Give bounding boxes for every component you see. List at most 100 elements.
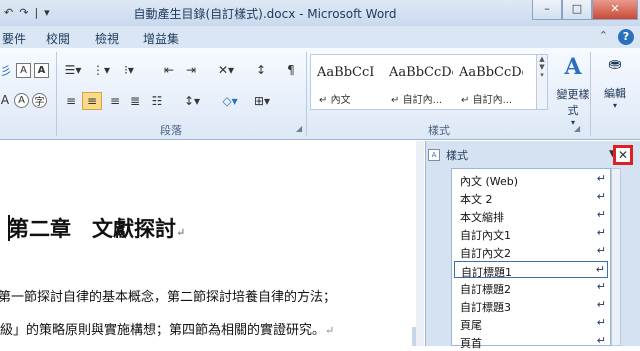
phonetic-guide-icon[interactable]: 彡 xyxy=(0,62,12,78)
styles-pane-header: A 樣式 ▼ ✕ xyxy=(426,145,640,165)
line-spacing-icon[interactable]: ↕▾ xyxy=(180,92,204,110)
close-pane-button[interactable]: ✕ xyxy=(613,145,633,165)
paragraph-mark-icon: ↵ xyxy=(176,226,186,239)
paragraph-mark-icon: ↵ xyxy=(596,244,606,257)
tab-review[interactable]: 校閱 xyxy=(46,30,70,47)
borders-icon[interactable]: ⊞▾ xyxy=(250,92,274,110)
sort-icon[interactable]: ↕ xyxy=(252,62,270,78)
align-left-icon[interactable]: ≡ xyxy=(62,92,80,110)
style-preview: AaBbCcDd xyxy=(389,65,453,80)
style-gallery-item[interactable]: AaBbCcDd ↵ 自訂內... xyxy=(385,55,453,109)
enclose-characters-icon[interactable]: A xyxy=(14,93,29,108)
body-paragraph-2[interactable]: 級」的策略原則與實施構想；第四節為相關的實證研究。↵ xyxy=(0,319,334,338)
group-separator xyxy=(306,52,307,136)
list-item[interactable]: 內文 (Web) ↵ xyxy=(454,171,608,188)
close-window-button[interactable]: ✕ xyxy=(592,0,638,20)
document-scrollbar[interactable] xyxy=(416,141,424,346)
show-formatting-icon[interactable]: ¶ xyxy=(282,62,300,78)
gallery-scroll[interactable]: ▲ ▼ ▾ xyxy=(536,54,548,110)
body-paragraph-2-text: 級」的策略原則與實施構想；第四節為相關的實證研究。 xyxy=(0,323,326,338)
paragraph-mark-icon: ↵ xyxy=(596,172,606,185)
maximize-button[interactable]: □ xyxy=(562,0,592,20)
paragraph-mark-icon: ↵ xyxy=(596,316,606,329)
list-item[interactable]: 頁首 ↵ xyxy=(454,333,608,350)
styles-list: 內文 (Web) ↵ 本文 2 ↵ 本文縮排 ↵ 自訂內文1 ↵ 自訂內文2 ↵ 自訂標題… xyxy=(451,168,611,350)
style-label: 頁尾 xyxy=(460,319,482,332)
style-preview: AaBbCcI xyxy=(317,65,375,80)
paragraph-mark-icon: ↵ xyxy=(596,334,606,347)
enclose-characters-2-icon[interactable]: 字 xyxy=(32,93,47,108)
styles-group-label: 樣式 xyxy=(428,124,450,137)
dropdown-arrow-icon: ▾ xyxy=(570,118,575,127)
list-item-selected[interactable]: 自訂標題1 ↵ xyxy=(454,261,608,279)
body-paragraph-1[interactable]: 第一節探討自律的基本概念，第二節探討培養自律的方法； xyxy=(0,286,336,305)
editing-label: 編輯 xyxy=(604,87,626,100)
ribbon: 彡 A A A A 字 ☰▾ ⋮▾ ⁝▾ ⇤ ⇥ ✕▾ ↕ ¶ ≡ ≡ ≡ ≣ … xyxy=(0,48,640,140)
change-styles-button[interactable]: A 變更樣式 ▾ xyxy=(552,54,594,127)
styles-pane-title: 樣式 xyxy=(446,149,468,162)
multilevel-list-icon[interactable]: ⁝▾ xyxy=(118,62,140,78)
minimize-ribbon-icon[interactable]: ⌃ xyxy=(599,29,608,45)
document-area[interactable]: 第二章 文獻探討↵ 第一節探討自律的基本概念，第二節探討培養自律的方法； 級」的… xyxy=(0,141,420,346)
style-name: ↵ 自訂內... xyxy=(461,91,512,106)
style-label: 自訂內文2 xyxy=(460,247,511,260)
style-name: ↵ 內文 xyxy=(319,91,351,106)
tab-references[interactable]: 要件 xyxy=(2,30,26,47)
group-separator xyxy=(56,52,57,136)
title-bar: ↶ ↷ | ▾ 自動產生目錄(自訂樣式).docx - Microsoft Wo… xyxy=(0,0,640,26)
character-border-icon[interactable]: A xyxy=(16,63,31,78)
tab-view[interactable]: 檢視 xyxy=(95,30,119,47)
paragraph-group-label: 段落 xyxy=(160,124,182,137)
list-item[interactable]: 自訂內文2 ↵ xyxy=(454,243,608,260)
style-label: 自訂內文1 xyxy=(460,229,511,242)
list-item[interactable]: 本文縮排 ↵ xyxy=(454,207,608,224)
paragraph-mark-icon: ↵ xyxy=(596,298,606,311)
list-item[interactable]: 本文 2 ↵ xyxy=(454,189,608,206)
style-name-text: 自訂內... xyxy=(402,95,443,106)
paragraph-mark-icon: ↵ xyxy=(319,95,328,106)
character-shading-icon[interactable]: A xyxy=(34,63,49,78)
style-label: 內文 (Web) xyxy=(460,175,519,188)
change-styles-label: 變更樣式 xyxy=(556,88,590,117)
list-item[interactable]: 自訂標題3 ↵ xyxy=(454,297,608,314)
numbering-icon[interactable]: ⋮▾ xyxy=(90,62,112,78)
change-styles-icon: A xyxy=(564,54,582,80)
bullets-icon[interactable]: ☰▾ xyxy=(62,62,84,78)
paragraph-mark-icon: ↵ xyxy=(325,324,335,337)
window-title: 自動產生目錄(自訂樣式).docx - Microsoft Word xyxy=(133,7,397,21)
justify-icon[interactable]: ≣ xyxy=(126,92,144,110)
help-icon[interactable]: ? xyxy=(618,29,634,45)
shading-icon[interactable]: ◇▾ xyxy=(218,92,242,110)
align-center-icon[interactable]: ≡ xyxy=(82,92,102,110)
chinese-layout-icon[interactable]: ✕▾ xyxy=(214,62,238,78)
font-color-icon[interactable]: A xyxy=(0,92,10,108)
style-gallery-item[interactable]: AaBbCcDd ↵ 自訂內... xyxy=(455,55,523,109)
binoculars-icon: ⛂ xyxy=(608,54,622,73)
style-label: 本文縮排 xyxy=(460,211,504,224)
styles-pane-icon: A xyxy=(428,149,440,161)
list-item[interactable]: 自訂標題2 ↵ xyxy=(454,279,608,296)
style-gallery-item[interactable]: AaBbCcI ↵ 內文 xyxy=(313,55,381,109)
paragraph-mark-icon: ↵ xyxy=(596,226,606,239)
ribbon-tab-bar: 要件 校閱 檢視 增益集 ⌃ ? xyxy=(0,26,640,48)
styles-list-scrollbar[interactable] xyxy=(611,168,621,346)
window-controls: – □ ✕ xyxy=(532,0,638,20)
distributed-icon[interactable]: ☷ xyxy=(148,92,166,110)
list-item[interactable]: 自訂內文1 ↵ xyxy=(454,225,608,242)
chapter-heading[interactable]: 第二章 文獻探討↵ xyxy=(8,213,185,243)
paragraph-mark-icon: ↵ xyxy=(596,208,606,221)
paragraph-mark-icon: ↵ xyxy=(391,95,400,106)
style-label: 頁首 xyxy=(460,337,482,350)
decrease-indent-icon[interactable]: ⇤ xyxy=(160,62,178,78)
paragraph-mark-icon: ↵ xyxy=(595,263,605,276)
paragraph-dialog-launcher-icon[interactable]: ◢ xyxy=(296,124,302,133)
styles-dialog-launcher-icon[interactable]: ◢ xyxy=(574,124,580,133)
list-item[interactable]: 頁尾 ↵ xyxy=(454,315,608,332)
editing-button[interactable]: ⛂ 編輯 ▾ xyxy=(594,54,636,110)
group-separator xyxy=(590,52,591,136)
align-right-icon[interactable]: ≡ xyxy=(106,92,124,110)
minimize-button[interactable]: – xyxy=(532,0,562,20)
increase-indent-icon[interactable]: ⇥ xyxy=(182,62,200,78)
paragraph-mark-icon: ↵ xyxy=(461,95,470,106)
tab-addins[interactable]: 增益集 xyxy=(143,30,179,47)
